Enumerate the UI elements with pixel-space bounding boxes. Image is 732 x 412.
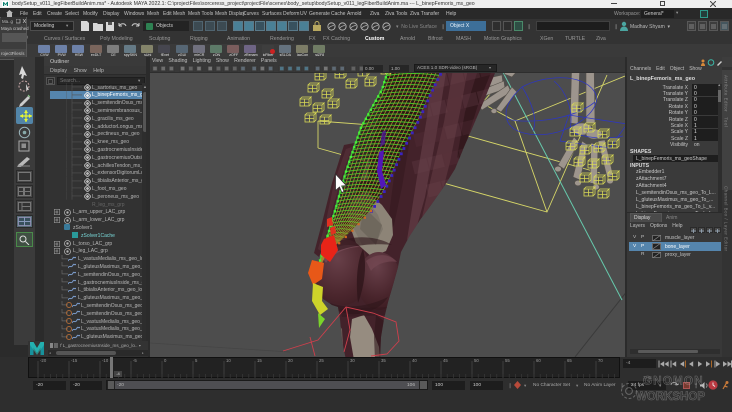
svg-text:-15: -15 — [71, 358, 78, 363]
svg-text:15: 15 — [257, 358, 262, 363]
svg-text:25: 25 — [319, 358, 324, 363]
svg-text:-10: -10 — [102, 358, 109, 363]
svg-text:65: 65 — [567, 358, 572, 363]
svg-text:WORKSHOP: WORKSHOP — [636, 391, 705, 403]
svg-text:10: 10 — [226, 358, 231, 363]
svg-text:70: 70 — [598, 358, 603, 363]
svg-text:30: 30 — [350, 358, 355, 363]
svg-text:-20: -20 — [40, 358, 47, 363]
svg-text:55: 55 — [505, 358, 510, 363]
svg-text:45: 45 — [443, 358, 448, 363]
svg-text:60: 60 — [536, 358, 541, 363]
svg-text:5: 5 — [195, 358, 198, 363]
svg-text:-5: -5 — [133, 358, 137, 363]
svg-text:0: 0 — [164, 358, 167, 363]
svg-text:35: 35 — [381, 358, 386, 363]
svg-text:20: 20 — [288, 358, 293, 363]
svg-text:50: 50 — [474, 358, 479, 363]
svg-text:GNOMON: GNOMON — [643, 376, 704, 388]
svg-text:40: 40 — [412, 358, 417, 363]
